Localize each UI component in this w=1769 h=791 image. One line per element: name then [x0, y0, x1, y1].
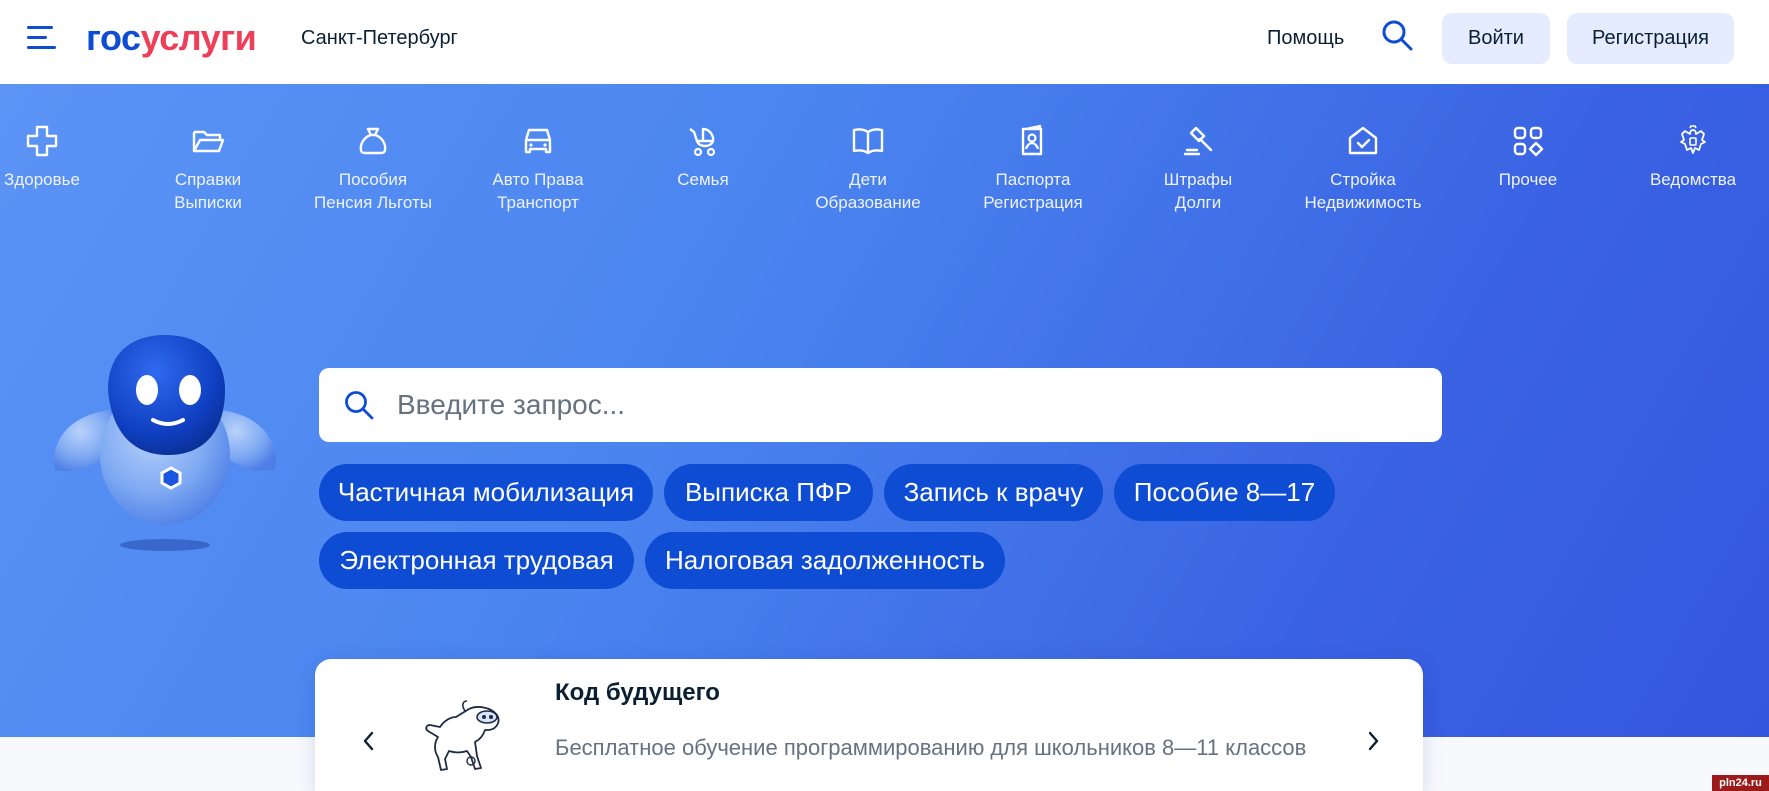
help-link[interactable]: Помощь — [1267, 24, 1344, 52]
login-button[interactable]: Войти — [1442, 13, 1550, 64]
robot-dog-illustration — [425, 700, 500, 771]
category-auto[interactable]: Авто Права Транспорт — [463, 124, 613, 214]
chip-mobilization[interactable]: Частичная мобилизация — [319, 464, 653, 521]
chip-doctor-appointment[interactable]: Запись к врачу — [884, 464, 1103, 521]
category-certificates[interactable]: Справки Выписки — [133, 124, 283, 214]
chip-electronic-workbook[interactable]: Электронная трудовая — [319, 532, 634, 589]
book-icon — [852, 128, 884, 155]
promo-card[interactable]: Код будущего Бесплатное обучение програм… — [315, 659, 1423, 791]
category-label: Дети Образование — [815, 170, 921, 212]
grid-icon — [1513, 126, 1544, 157]
search-icon[interactable] — [1380, 18, 1414, 52]
category-label: Пособия Пенсия Льготы — [314, 170, 432, 212]
category-label: Стройка Недвижимость — [1304, 170, 1422, 212]
category-construction[interactable]: Стройка Недвижимость — [1288, 124, 1438, 214]
category-label: Паспорта Регистрация — [983, 170, 1083, 212]
category-label: Ведомства — [1649, 170, 1737, 189]
category-label: Штрафы Долги — [1163, 170, 1233, 212]
car-icon — [524, 128, 552, 154]
money-bag-icon — [359, 127, 387, 155]
gavel-icon — [1183, 126, 1213, 156]
menu-icon[interactable] — [27, 26, 59, 52]
category-label: Справки Выписки — [174, 170, 242, 212]
register-button[interactable]: Регистрация — [1567, 13, 1734, 64]
search-icon — [345, 391, 374, 420]
folder-icon — [192, 130, 225, 153]
category-other[interactable]: Прочее — [1453, 124, 1603, 191]
chevron-left-icon[interactable] — [357, 727, 381, 755]
stroller-icon — [689, 127, 716, 157]
city-selector[interactable]: Санкт-Петербург — [301, 24, 458, 52]
logo-part-uslugi: услуги — [140, 17, 257, 58]
category-passports[interactable]: Паспорта Регистрация — [958, 124, 1108, 214]
search-box — [319, 368, 1442, 442]
category-label: Прочее — [1498, 170, 1558, 189]
chip-tax-debt[interactable]: Налоговая задолженность — [645, 532, 1005, 589]
category-agencies[interactable]: Ведомства — [1618, 124, 1768, 191]
chip-pfr-statement[interactable]: Выписка ПФР — [664, 464, 873, 521]
promo-description: Бесплатное обучение программированию для… — [555, 735, 1307, 760]
category-label: Здоровье — [4, 170, 80, 189]
search-input[interactable] — [397, 389, 1397, 421]
chevron-right-icon[interactable] — [1361, 727, 1385, 755]
robot-mascot — [54, 335, 276, 551]
chip-benefit-8-17[interactable]: Пособие 8—17 — [1114, 464, 1335, 521]
passport-icon — [1021, 124, 1043, 156]
watermark: pln24.ru — [1712, 775, 1769, 791]
promo-title: Код будущего — [555, 679, 720, 706]
logo-part-gos: гос — [86, 17, 141, 58]
logo[interactable]: госуслуги — [86, 14, 257, 62]
header: госуслуги Санкт-Петербург Помощь Войти Р… — [0, 0, 1769, 84]
coat-of-arms-icon — [1680, 125, 1706, 154]
category-label: Авто Права Транспорт — [492, 170, 584, 212]
categories-bar: Здоровье Справки Выписки Пособия Пенсия … — [0, 84, 1769, 234]
category-health[interactable]: Здоровье — [0, 124, 117, 191]
plus-cross-icon — [26, 125, 58, 157]
category-fines[interactable]: Штрафы Долги — [1123, 124, 1273, 214]
category-family[interactable]: Семья — [628, 124, 778, 191]
house-icon — [1348, 126, 1378, 155]
category-benefits[interactable]: Пособия Пенсия Льготы — [298, 124, 448, 214]
category-children[interactable]: Дети Образование — [793, 124, 943, 214]
category-label: Семья — [677, 170, 729, 189]
